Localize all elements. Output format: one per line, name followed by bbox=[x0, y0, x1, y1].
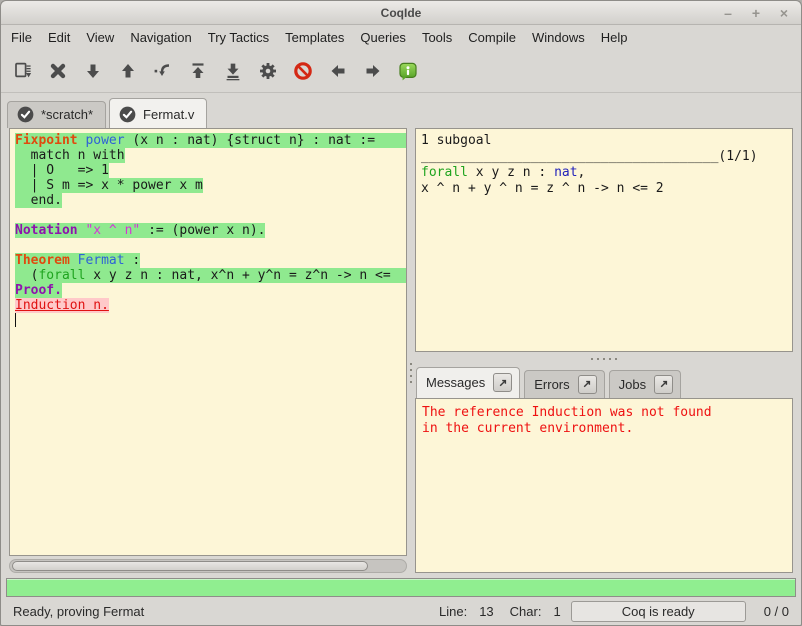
info-bubble-icon bbox=[398, 61, 418, 81]
arrow-up-icon bbox=[118, 61, 138, 81]
tab-scratch[interactable]: *scratch* bbox=[7, 101, 106, 128]
menu-windows[interactable]: Windows bbox=[524, 27, 593, 48]
messages-view: The reference Induction was not foundin … bbox=[415, 398, 793, 573]
code-line: end. bbox=[15, 193, 406, 208]
document-tabs: *scratch* Fermat.v bbox=[1, 93, 801, 128]
coqide-window: CoqIde – + × FileEditViewNavigationTry T… bbox=[0, 0, 802, 626]
gear-icon bbox=[258, 61, 278, 81]
line-value: 13 bbox=[479, 604, 493, 619]
arrow-right-icon bbox=[363, 61, 383, 81]
status-text: Ready, proving Fermat bbox=[13, 604, 144, 619]
interrupt-button[interactable] bbox=[285, 54, 320, 88]
detach-icon[interactable] bbox=[493, 373, 512, 392]
code-line bbox=[15, 238, 406, 253]
arrow-down-to-bar-icon bbox=[223, 61, 243, 81]
about-button[interactable] bbox=[390, 54, 425, 88]
save-icon bbox=[13, 61, 33, 81]
goal-line: ______________________________________(1… bbox=[421, 149, 792, 165]
panel-tab-label: Messages bbox=[426, 375, 485, 390]
code-line: | S m => x * power x m bbox=[15, 178, 406, 193]
char-label: Char: bbox=[510, 604, 542, 619]
arrow-down-icon bbox=[83, 61, 103, 81]
check-circle-icon bbox=[17, 106, 34, 123]
menu-queries[interactable]: Queries bbox=[352, 27, 414, 48]
go-to-end-button[interactable] bbox=[215, 54, 250, 88]
message-line: in the current environment. bbox=[422, 421, 792, 437]
minimize-icon[interactable]: – bbox=[721, 6, 735, 20]
maximize-icon[interactable]: + bbox=[749, 6, 763, 20]
code-line: | O => 1 bbox=[15, 163, 406, 178]
save-button[interactable] bbox=[5, 54, 40, 88]
code-line: Notation "x ^ n" := (power x n). bbox=[15, 223, 406, 238]
fully-check-button[interactable] bbox=[250, 54, 285, 88]
scrollbar-thumb[interactable] bbox=[12, 561, 368, 571]
panel-tab-errors[interactable]: Errors bbox=[524, 370, 604, 398]
code-line: Proof. bbox=[15, 283, 406, 298]
arrow-up-to-bar-icon bbox=[188, 61, 208, 81]
menu-compile[interactable]: Compile bbox=[460, 27, 524, 48]
code-editor[interactable]: Fixpoint power (x n : nat) {struct n} : … bbox=[9, 128, 407, 556]
close-icon[interactable]: × bbox=[777, 6, 791, 20]
menu-file[interactable]: File bbox=[3, 27, 40, 48]
detach-icon[interactable] bbox=[654, 375, 673, 394]
restart-button[interactable] bbox=[180, 54, 215, 88]
close-cross-icon bbox=[48, 61, 68, 81]
step-backward-button[interactable] bbox=[110, 54, 145, 88]
step-forward-button[interactable] bbox=[75, 54, 110, 88]
char-value: 1 bbox=[553, 604, 560, 619]
coq-state-indicator: Coq is ready bbox=[571, 601, 746, 622]
goal-line: forall x y z n : nat, bbox=[421, 165, 792, 181]
panel-tab-messages[interactable]: Messages bbox=[416, 367, 520, 398]
vertical-splitter[interactable] bbox=[407, 128, 415, 577]
code-line: (forall x y z n : nat, x^n + y^n = z^n -… bbox=[15, 268, 406, 283]
detach-icon[interactable] bbox=[578, 375, 597, 394]
status-bar: Ready, proving Fermat Line: 13 Char: 1 C… bbox=[1, 599, 801, 625]
previous-button[interactable] bbox=[320, 54, 355, 88]
line-label: Line: bbox=[439, 604, 467, 619]
code-line: Fixpoint power (x n : nat) {struct n} : … bbox=[15, 133, 406, 148]
goals-view: 1 subgoal_______________________________… bbox=[415, 128, 793, 352]
menu-view[interactable]: View bbox=[78, 27, 122, 48]
title-bar[interactable]: CoqIde – + × bbox=[1, 1, 801, 25]
menu-try-tactics[interactable]: Try Tactics bbox=[200, 27, 277, 48]
horizontal-scrollbar[interactable] bbox=[9, 559, 407, 573]
menu-edit[interactable]: Edit bbox=[40, 27, 78, 48]
next-button[interactable] bbox=[355, 54, 390, 88]
menu-bar: FileEditViewNavigationTry TacticsTemplat… bbox=[1, 25, 801, 49]
code-line bbox=[15, 313, 406, 331]
window-title: CoqIde bbox=[381, 6, 422, 20]
menu-navigation[interactable]: Navigation bbox=[122, 27, 199, 48]
arrow-left-icon bbox=[328, 61, 348, 81]
curved-arrow-icon bbox=[153, 61, 173, 81]
panel-tab-label: Errors bbox=[534, 377, 569, 392]
go-to-cursor-button[interactable] bbox=[145, 54, 180, 88]
message-line: The reference Induction was not found bbox=[422, 405, 792, 421]
code-line bbox=[15, 208, 406, 223]
progress-bar bbox=[6, 578, 796, 597]
menu-tools[interactable]: Tools bbox=[414, 27, 460, 48]
main-area: Fixpoint power (x n : nat) {struct n} : … bbox=[1, 128, 801, 577]
menu-help[interactable]: Help bbox=[593, 27, 636, 48]
horizontal-splitter[interactable] bbox=[415, 352, 793, 366]
panel-tab-jobs[interactable]: Jobs bbox=[609, 370, 681, 398]
no-entry-icon bbox=[293, 61, 313, 81]
check-circle-icon bbox=[119, 106, 136, 123]
goal-line: x ^ n + y ^ n = z ^ n -> n <= 2 bbox=[421, 181, 792, 197]
panel-tab-label: Jobs bbox=[619, 377, 646, 392]
code-line: match n with bbox=[15, 148, 406, 163]
toolbar bbox=[1, 49, 801, 93]
splitter-grip-icon bbox=[591, 358, 617, 360]
tab-label: Fermat.v bbox=[143, 107, 194, 122]
code-line: Theorem Fermat : bbox=[15, 253, 406, 268]
panel-tabs: Messages Errors Jobs bbox=[415, 366, 793, 398]
tab-label: *scratch* bbox=[41, 107, 93, 122]
code-line: Induction n. bbox=[15, 298, 406, 313]
close-buffer-button[interactable] bbox=[40, 54, 75, 88]
goal-line: 1 subgoal bbox=[421, 133, 792, 149]
tab-fermat-v[interactable]: Fermat.v bbox=[109, 98, 207, 128]
progress-area bbox=[1, 577, 801, 599]
splitter-grip-icon bbox=[410, 363, 412, 383]
job-counter: 0 / 0 bbox=[764, 604, 789, 619]
menu-templates[interactable]: Templates bbox=[277, 27, 352, 48]
